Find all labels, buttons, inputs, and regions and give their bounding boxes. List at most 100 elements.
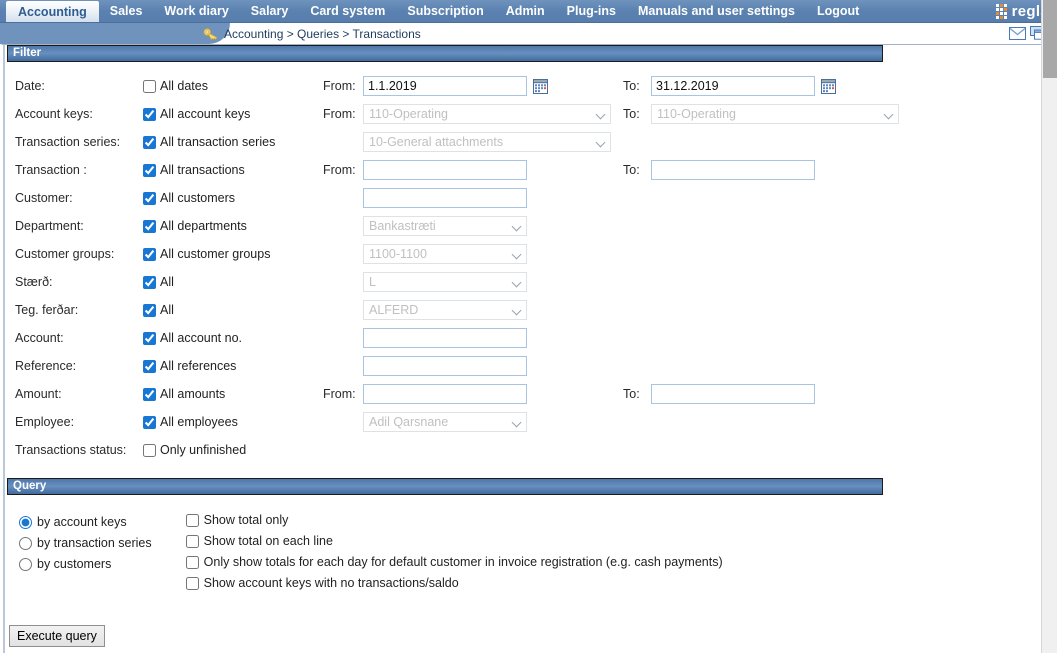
filter-from-group [323, 356, 623, 376]
nav-tab-plug-ins[interactable]: Plug-ins [556, 0, 627, 22]
filter-row-checkbox[interactable]: All references [143, 359, 323, 373]
checkbox-input[interactable] [186, 535, 199, 548]
filter-row-checkbox[interactable]: Only unfinished [143, 443, 323, 457]
checkbox-input[interactable] [143, 444, 156, 457]
filter-row-label: Transaction series: [15, 135, 143, 149]
from-select[interactable]: 10-General attachments [363, 132, 611, 152]
key-icon [203, 27, 219, 41]
filter-row-checkbox[interactable]: All account keys [143, 107, 323, 121]
filter-row-checkbox[interactable]: All transactions [143, 163, 323, 177]
nav-tab-admin[interactable]: Admin [495, 0, 556, 22]
checkbox-input[interactable] [143, 80, 156, 93]
checkbox-input[interactable] [143, 332, 156, 345]
from-text-input[interactable] [363, 384, 527, 404]
filter-row-checkbox[interactable]: All [143, 275, 323, 289]
filter-from-group: Adil Qarsnane [323, 412, 623, 432]
from-text-input[interactable] [363, 160, 527, 180]
from-select-wrapper[interactable]: 110-Operating [363, 104, 611, 124]
breadcrumb-text[interactable]: Accounting > Queries > Transactions [224, 27, 421, 41]
checkbox-input[interactable] [143, 164, 156, 177]
from-select-wrapper[interactable]: 10-General attachments [363, 132, 611, 152]
to-text-input[interactable] [651, 76, 815, 96]
from-select[interactable]: Bankastræti [363, 216, 527, 236]
checkbox-label: All customers [160, 191, 235, 205]
nav-tab-accounting[interactable]: Accounting [6, 1, 99, 22]
nav-tab-subscription[interactable]: Subscription [396, 0, 494, 22]
checkbox-input[interactable] [143, 276, 156, 289]
query-option[interactable]: Only show totals for each day for defaul… [186, 555, 723, 569]
from-select[interactable]: 110-Operating [363, 104, 611, 124]
checkbox-input[interactable] [143, 248, 156, 261]
to-text-input[interactable] [651, 384, 815, 404]
query-option[interactable]: Show total only [186, 513, 723, 527]
query-mode-option[interactable]: by transaction series [19, 536, 152, 550]
to-text-input[interactable] [651, 160, 815, 180]
checkbox-input[interactable] [143, 192, 156, 205]
from-text-input[interactable] [363, 328, 527, 348]
checkbox-input[interactable] [143, 360, 156, 373]
nav-tab-work-diary[interactable]: Work diary [153, 0, 239, 22]
to-select[interactable]: 110-Operating [651, 104, 899, 124]
checkbox-input[interactable] [143, 108, 156, 121]
vertical-scrollbar[interactable] [1041, 0, 1057, 653]
from-text-input[interactable] [363, 188, 527, 208]
from-select[interactable]: L [363, 272, 527, 292]
from-text-input[interactable] [363, 356, 527, 376]
filter-row-checkbox[interactable]: All dates [143, 79, 323, 93]
nav-tab-salary[interactable]: Salary [240, 0, 300, 22]
checkbox-input[interactable] [186, 556, 199, 569]
filter-from-group: From: [323, 76, 623, 96]
checkbox-input[interactable] [143, 220, 156, 233]
nav-tab-sales[interactable]: Sales [99, 0, 154, 22]
calendar-icon[interactable] [821, 79, 836, 94]
filter-row: Teg. ferðar:AllALFERD [3, 296, 1057, 324]
checkbox-input[interactable] [186, 514, 199, 527]
filter-row-checkbox[interactable]: All [143, 303, 323, 317]
checkbox-input[interactable] [143, 136, 156, 149]
execute-query-button[interactable]: Execute query [9, 625, 105, 647]
query-mode-option[interactable]: by account keys [19, 515, 152, 529]
breadcrumb: Accounting > Queries > Transactions [203, 23, 421, 44]
from-select-wrapper[interactable]: ALFERD [363, 300, 527, 320]
query-options: by account keys by transaction series by c… [3, 495, 1057, 590]
filter-row-checkbox[interactable]: All amounts [143, 387, 323, 401]
scrollbar-thumb[interactable] [1043, 0, 1057, 78]
from-select-wrapper[interactable]: Adil Qarsnane [363, 412, 527, 432]
nav-tab-manuals-and-user-settings[interactable]: Manuals and user settings [627, 0, 806, 22]
from-select-wrapper[interactable]: 1100-1100 [363, 244, 527, 264]
filter-row-checkbox[interactable]: All customer groups [143, 247, 323, 261]
mail-icon[interactable] [1009, 27, 1026, 40]
filter-from-group: ALFERD [323, 300, 623, 320]
checkbox-input[interactable] [143, 304, 156, 317]
from-text-input[interactable] [363, 76, 527, 96]
filter-row-checkbox[interactable]: All account no. [143, 331, 323, 345]
filter-row-checkbox[interactable]: All employees [143, 415, 323, 429]
checkbox-label: Show total on each line [204, 534, 333, 548]
filter-row-label: Account: [15, 331, 143, 345]
checkbox-input[interactable] [143, 388, 156, 401]
checkbox-input[interactable] [186, 577, 199, 590]
radio-input[interactable] [19, 537, 32, 550]
nav-tab-card-system[interactable]: Card system [299, 0, 396, 22]
radio-input[interactable] [19, 558, 32, 571]
query-option[interactable]: Show total on each line [186, 534, 723, 548]
query-option[interactable]: Show account keys with no transactions/s… [186, 576, 723, 590]
to-select-wrapper[interactable]: 110-Operating [651, 104, 899, 124]
nav-tab-logout[interactable]: Logout [806, 0, 870, 22]
filter-row-label: Transactions status: [15, 443, 143, 457]
from-select[interactable]: ALFERD [363, 300, 527, 320]
from-select[interactable]: Adil Qarsnane [363, 412, 527, 432]
filter-row-checkbox[interactable]: All customers [143, 191, 323, 205]
filter-from-group: From: [323, 384, 623, 404]
query-mode-option[interactable]: by customers [19, 557, 152, 571]
radio-input[interactable] [19, 516, 32, 529]
from-select[interactable]: 1100-1100 [363, 244, 527, 264]
filter-row-checkbox[interactable]: All departments [143, 219, 323, 233]
from-select-wrapper[interactable]: L [363, 272, 527, 292]
from-select-wrapper[interactable]: Bankastræti [363, 216, 527, 236]
calendar-icon[interactable] [533, 79, 548, 94]
filter-row-checkbox[interactable]: All transaction series [143, 135, 323, 149]
checkbox-input[interactable] [143, 416, 156, 429]
filter-to-group: To: [623, 160, 815, 180]
checkbox-label: All departments [160, 219, 247, 233]
